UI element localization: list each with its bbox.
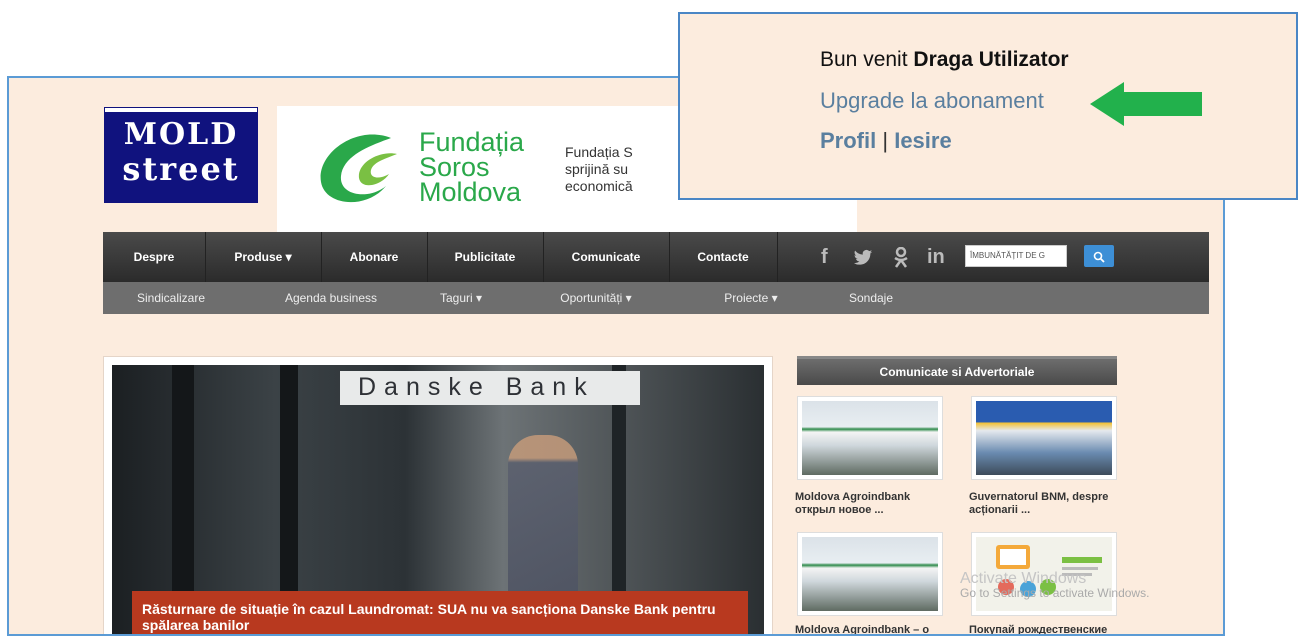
soros-name: Fundația Soros Moldova bbox=[419, 129, 524, 207]
sidebar-thumb-3[interactable] bbox=[797, 532, 943, 616]
subnav-agenda-business[interactable]: Agenda business bbox=[271, 282, 391, 314]
odnoklassniki-icon[interactable] bbox=[893, 232, 909, 282]
hero-caption[interactable]: Răsturnare de situație în cazul Laundrom… bbox=[132, 591, 748, 634]
subnav-oportunitati[interactable]: Oportunități ▾ bbox=[541, 282, 651, 314]
sidebar-title-2[interactable]: Guvernatorul BNM, despre acționarii ... bbox=[969, 491, 1119, 517]
moldstreet-logo[interactable]: MOLD street bbox=[105, 108, 257, 202]
nav-abonare[interactable]: Abonare bbox=[321, 232, 428, 282]
nav-produse[interactable]: Produse ▾ bbox=[205, 232, 322, 282]
sidebar-header: Comunicate si Advertoriale bbox=[797, 356, 1117, 385]
thumb-image bbox=[976, 401, 1112, 475]
nav-contacte[interactable]: Contacte bbox=[669, 232, 778, 282]
sidebar-title-1[interactable]: Moldova Agroindbank открыл новое ... bbox=[795, 491, 945, 517]
logo-line-1: MOLD bbox=[123, 117, 239, 152]
thumb-image bbox=[802, 401, 938, 475]
nav-comunicate[interactable]: Comunicate bbox=[543, 232, 670, 282]
bank-sign-text: Danske Bank bbox=[358, 373, 595, 401]
user-menu-callout: Bun venit Draga Utilizator Upgrade la ab… bbox=[678, 12, 1298, 200]
thumb-image bbox=[802, 537, 938, 611]
search-input[interactable]: ÎMBUNĂTĂȚIT DE G bbox=[965, 245, 1067, 267]
welcome-prefix: Bun venit bbox=[820, 48, 908, 71]
separator: | bbox=[882, 128, 889, 153]
nav-despre[interactable]: Despre bbox=[103, 232, 206, 282]
subnav-taguri[interactable]: Taguri ▾ bbox=[421, 282, 501, 314]
sidebar-thumb-2[interactable] bbox=[971, 396, 1117, 480]
subnav-sondaje[interactable]: Sondaje bbox=[831, 282, 911, 314]
hero-article[interactable]: Danske Bank Răsturnare de situație în ca… bbox=[103, 356, 773, 634]
windows-activation-watermark: Activate Windows Go to Settings to activ… bbox=[960, 570, 1150, 601]
subnav-sindicalizare[interactable]: Sindicalizare bbox=[121, 282, 221, 314]
welcome-user-name: Draga Utilizator bbox=[913, 48, 1069, 71]
profile-links: Profil | Iesire bbox=[820, 128, 952, 154]
soros-logo-icon bbox=[320, 134, 397, 203]
watermark-line-2: Go to Settings to activate Windows. bbox=[960, 586, 1150, 600]
nav-publicitate[interactable]: Publicitate bbox=[427, 232, 544, 282]
main-nav: Despre Produse ▾ Abonare Publicitate Com… bbox=[103, 232, 1209, 282]
upgrade-subscription-link[interactable]: Upgrade la abonament bbox=[820, 88, 1044, 114]
danske-bank-sign: Danske Bank bbox=[340, 371, 640, 405]
sidebar-title-3[interactable]: Moldova Agroindbank – o bbox=[795, 624, 945, 634]
sub-nav: Sindicalizare Agenda business Taguri ▾ O… bbox=[103, 282, 1209, 314]
watermark-line-1: Activate Windows bbox=[960, 570, 1087, 587]
subnav-proiecte[interactable]: Proiecte ▾ bbox=[701, 282, 801, 314]
welcome-text: Bun venit Draga Utilizator bbox=[820, 48, 1069, 72]
logo-line-2: street bbox=[122, 150, 240, 188]
search-icon bbox=[1093, 251, 1105, 263]
linkedin-icon[interactable]: in bbox=[927, 232, 945, 282]
arrow-left-icon bbox=[1090, 82, 1202, 126]
hero-image: Danske Bank Răsturnare de situație în ca… bbox=[112, 365, 764, 634]
logout-link[interactable]: Iesire bbox=[894, 128, 952, 153]
facebook-icon[interactable]: f bbox=[821, 232, 828, 282]
twitter-icon[interactable] bbox=[853, 232, 873, 282]
sidebar-title-4[interactable]: Покупай рождественские bbox=[969, 624, 1119, 634]
soros-name-line-3: Moldova bbox=[419, 177, 522, 207]
search-button[interactable] bbox=[1084, 245, 1114, 267]
profile-link[interactable]: Profil bbox=[820, 128, 876, 153]
sidebar-thumb-1[interactable] bbox=[797, 396, 943, 480]
